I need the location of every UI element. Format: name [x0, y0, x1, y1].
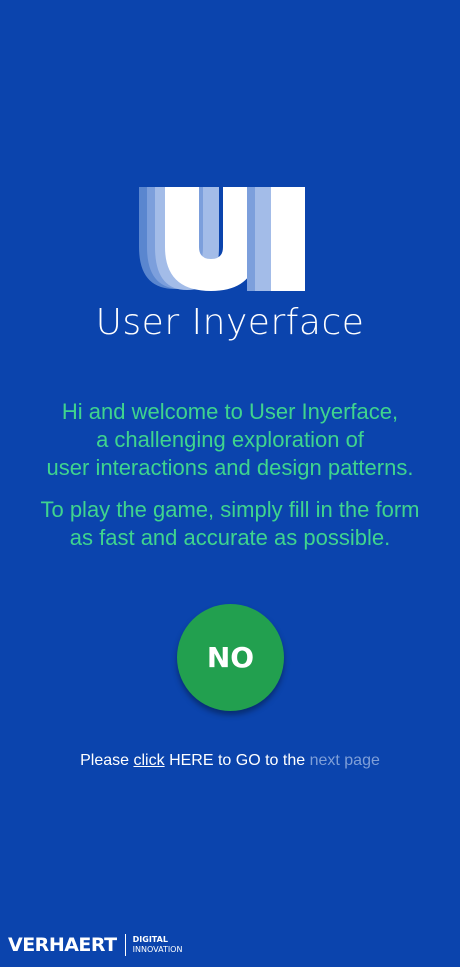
footer-tagline: DIGITAL INNOVATION: [133, 935, 183, 955]
footer-divider: [124, 934, 126, 956]
footer-brand: VERHAERT: [8, 934, 117, 956]
app-title: User Inyerface: [95, 302, 365, 343]
intro-text: Hi and welcome to User Inyerface, a chal…: [0, 398, 460, 552]
instruction-paragraph: To play the game, simply fill in the for…: [0, 496, 460, 552]
welcome-page: User Inyerface Hi and welcome to User In…: [0, 0, 460, 967]
welcome-line: a challenging exploration of: [96, 427, 364, 452]
ui-logo-icon: [139, 187, 305, 291]
footer-tag-line2: INNOVATION: [132, 945, 183, 954]
verhaert-logo: VERHAERT DIGITAL INNOVATION: [8, 932, 182, 958]
no-button[interactable]: NO: [177, 604, 284, 711]
footer-tag-line1: DIGITAL: [132, 935, 168, 944]
nav-middle-text: HERE to GO to the: [169, 752, 306, 769]
next-page-nav: Please click HERE to GO to the next page: [0, 751, 460, 771]
welcome-line: user interactions and design patterns.: [46, 455, 414, 480]
instruction-line: To play the game, simply fill in the for…: [40, 497, 420, 522]
welcome-line: Hi and welcome to User Inyerface,: [61, 399, 399, 424]
next-page-link[interactable]: next page: [310, 752, 380, 769]
click-link[interactable]: click: [134, 752, 165, 769]
nav-please-text: Please: [80, 752, 130, 769]
welcome-paragraph: Hi and welcome to User Inyerface, a chal…: [0, 398, 460, 482]
instruction-line: as fast and accurate as possible.: [69, 525, 391, 550]
